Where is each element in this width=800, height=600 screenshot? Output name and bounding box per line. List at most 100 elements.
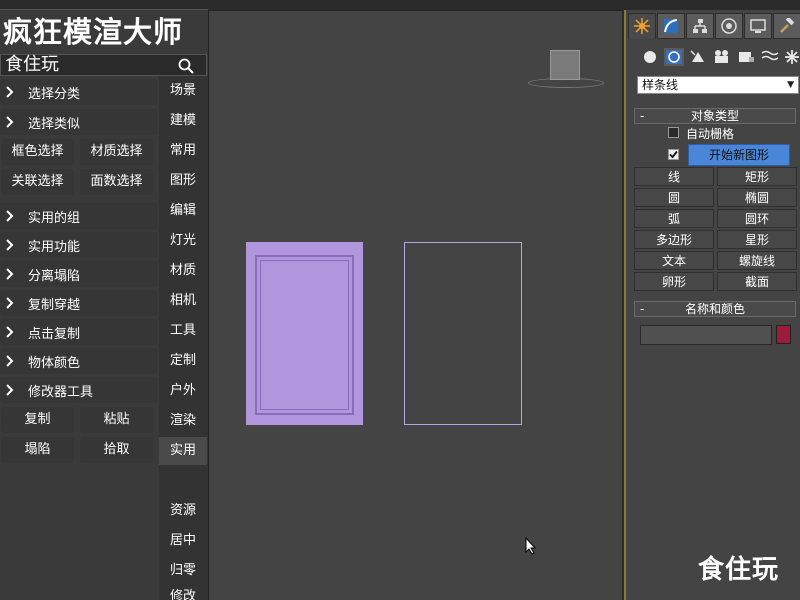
chevron-right-icon <box>6 210 14 222</box>
category-label: 实用功能 <box>28 240 81 255</box>
star-button[interactable]: 星形 <box>717 230 797 249</box>
category-label: 物体颜色 <box>28 356 81 371</box>
tab-hierarchy[interactable] <box>686 13 714 39</box>
tab-lights[interactable]: 灯光 <box>159 227 207 255</box>
category-copy-through[interactable]: 复制穿越 <box>0 290 158 316</box>
search-icon[interactable] <box>178 58 194 74</box>
donut-button[interactable]: 圆环 <box>717 209 797 228</box>
tab-motion[interactable] <box>715 13 743 39</box>
tab-scene[interactable]: 场景 <box>159 77 207 105</box>
watermark: 食住玩 <box>698 555 780 585</box>
door-panel-object[interactable] <box>246 242 363 425</box>
paste-button[interactable]: 粘贴 <box>80 407 153 433</box>
ngon-button[interactable]: 多边形 <box>634 230 714 249</box>
collapse-button[interactable]: 塌陷 <box>1 437 74 463</box>
helpers-icon[interactable] <box>736 48 756 66</box>
collapse-minus-icon[interactable]: - <box>640 302 644 317</box>
autogrid-checkbox[interactable] <box>668 127 679 138</box>
copy-button[interactable]: 复制 <box>1 407 74 433</box>
checkmark-icon <box>669 150 678 159</box>
hammer-icon <box>780 18 795 33</box>
category-select-classify[interactable]: 选择分类 <box>0 79 158 105</box>
rectangle-spline-object[interactable] <box>404 242 522 425</box>
tab-cameras[interactable]: 相机 <box>159 287 207 315</box>
modify-curve-icon <box>664 19 678 33</box>
viewcube-icon[interactable] <box>550 50 580 80</box>
shapes-icon[interactable] <box>664 48 684 66</box>
category-label: 实用的组 <box>28 211 81 226</box>
dropdown-arrow-icon[interactable]: ▼ <box>787 77 794 94</box>
lights-icon[interactable] <box>688 48 708 66</box>
tab-display[interactable] <box>744 13 772 39</box>
category-utilities[interactable]: 实用功能 <box>0 232 158 258</box>
start-new-shape-button[interactable]: 开始新图形 <box>688 144 790 166</box>
arc-button[interactable]: 弧 <box>634 209 714 228</box>
tab-assets[interactable]: 资源 <box>159 497 207 525</box>
category-label: 选择分类 <box>28 87 81 102</box>
start-new-shape-checkbox[interactable] <box>668 149 679 160</box>
tab-utilities[interactable] <box>773 13 800 39</box>
collapse-minus-icon[interactable]: - <box>640 109 644 124</box>
name-color-rollout-header[interactable]: - 名称和颜色 <box>634 301 796 317</box>
plugin-title: 疯狂模渲大师 <box>3 15 184 49</box>
category-modifier-tools[interactable]: 修改器工具 <box>0 377 158 403</box>
select-by-material-button[interactable]: 材质选择 <box>80 139 153 165</box>
object-color-swatch[interactable] <box>776 325 791 344</box>
category-label: 复制穿越 <box>28 298 81 313</box>
tab-edit[interactable]: 编辑 <box>159 197 207 225</box>
display-monitor-icon <box>750 19 766 33</box>
tab-common[interactable]: 常用 <box>159 137 207 165</box>
circle-button[interactable]: 圆 <box>634 188 714 207</box>
category-click-copy[interactable]: 点击复制 <box>0 319 158 345</box>
object-type-title: 对象类型 <box>690 109 739 123</box>
chevron-right-icon <box>6 297 14 309</box>
category-dropdown[interactable]: 样条线 ▼ <box>637 76 799 94</box>
line-button[interactable]: 线 <box>634 167 714 186</box>
chevron-right-icon <box>6 86 14 98</box>
tab-render[interactable]: 渲染 <box>159 407 207 435</box>
category-label: 选择类似 <box>28 117 81 132</box>
object-name-input[interactable] <box>640 325 772 345</box>
object-type-rollout-header[interactable]: - 对象类型 <box>634 108 796 124</box>
tab-modify[interactable]: 修改 <box>159 587 207 600</box>
rectangle-button[interactable]: 矩形 <box>717 167 797 186</box>
systems-icon[interactable] <box>782 48 800 66</box>
category-object-color[interactable]: 物体颜色 <box>0 348 158 374</box>
cameras-icon[interactable] <box>712 48 732 66</box>
tab-modeling[interactable]: 建模 <box>159 107 207 135</box>
tab-utility[interactable]: 实用 <box>159 437 207 465</box>
select-by-facecount-button[interactable]: 面数选择 <box>80 169 153 195</box>
select-instances-button[interactable]: 关联选择 <box>1 169 74 195</box>
name-color-title: 名称和颜色 <box>684 302 745 316</box>
category-detach-collapse[interactable]: 分离塌陷 <box>0 261 158 287</box>
autogrid-label: 自动栅格 <box>686 127 735 141</box>
helix-button[interactable]: 螺旋线 <box>717 251 797 270</box>
tab-center[interactable]: 居中 <box>159 527 207 555</box>
text-button[interactable]: 文本 <box>634 251 714 270</box>
category-label: 分离塌陷 <box>28 269 81 284</box>
search-text: 食住玩 <box>5 54 59 75</box>
select-by-wire-color-button[interactable]: 框色选择 <box>1 139 74 165</box>
chevron-right-icon <box>6 116 14 128</box>
geometry-sphere-icon[interactable] <box>640 48 660 66</box>
category-groups[interactable]: 实用的组 <box>0 203 158 229</box>
category-select-similar[interactable]: 选择类似 <box>0 109 158 135</box>
section-button[interactable]: 截面 <box>717 272 797 291</box>
tab-shapes[interactable]: 图形 <box>159 167 207 195</box>
pick-button[interactable]: 拾取 <box>80 437 153 463</box>
door-frame-inner <box>260 260 349 410</box>
space-warps-icon[interactable] <box>760 48 780 66</box>
tab-outdoor[interactable]: 户外 <box>159 377 207 405</box>
tab-reset[interactable]: 归零 <box>159 557 207 585</box>
tab-materials[interactable]: 材质 <box>159 257 207 285</box>
tab-create[interactable] <box>628 13 656 39</box>
tab-tools[interactable]: 工具 <box>159 317 207 345</box>
category-label: 点击复制 <box>28 327 81 342</box>
tab-modify[interactable] <box>657 13 685 39</box>
plugin-top-strip <box>0 0 208 10</box>
ellipse-button[interactable]: 椭圆 <box>717 188 797 207</box>
tab-custom[interactable]: 定制 <box>159 347 207 375</box>
egg-button[interactable]: 卵形 <box>634 272 714 291</box>
search-input[interactable]: 食住玩 <box>0 54 207 76</box>
chevron-right-icon <box>6 268 14 280</box>
